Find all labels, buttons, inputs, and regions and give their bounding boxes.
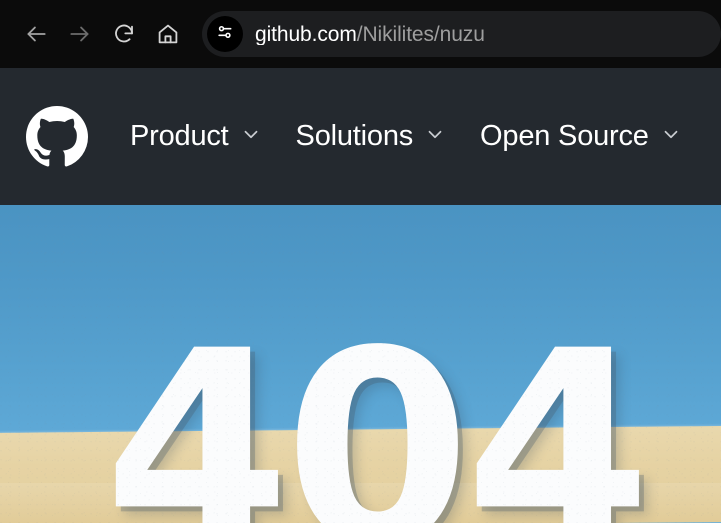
forward-button[interactable] xyxy=(58,12,102,56)
arrow-right-icon xyxy=(67,21,93,47)
url-host: github.com xyxy=(255,23,357,45)
error-404-illustration: 404 xyxy=(0,205,721,523)
nav-item-product[interactable]: Product xyxy=(130,122,262,151)
error-code-wrapper: 404 xyxy=(0,205,721,523)
nav-item-solutions-label: Solutions xyxy=(295,120,414,152)
browser-toolbar: github.com/Nikilites/nuzu xyxy=(0,0,721,68)
browser-window: github.com/Nikilites/nuzu Product Soluti… xyxy=(0,0,721,523)
error-code-text: 404 xyxy=(103,293,651,523)
chevron-down-icon xyxy=(424,123,446,150)
arrow-left-icon xyxy=(23,21,49,47)
nav-item-product-label: Product xyxy=(130,120,229,152)
url-text[interactable]: github.com/Nikilites/nuzu xyxy=(255,24,485,45)
home-button[interactable] xyxy=(146,12,190,56)
github-logo-link[interactable] xyxy=(26,105,88,168)
tune-sliders-icon xyxy=(214,21,236,48)
github-header: Product Solutions Open Source xyxy=(0,68,721,205)
nav-item-solutions[interactable]: Solutions xyxy=(296,122,447,151)
chevron-down-icon xyxy=(240,123,262,150)
nav-item-open-source[interactable]: Open Source xyxy=(480,122,682,151)
address-bar[interactable]: github.com/Nikilites/nuzu xyxy=(202,11,721,57)
reload-icon xyxy=(112,22,136,46)
github-primary-nav: Product Solutions Open Source xyxy=(130,122,716,151)
site-settings-button[interactable] xyxy=(207,16,243,52)
chevron-down-icon xyxy=(660,123,682,150)
reload-button[interactable] xyxy=(102,12,146,56)
github-octocat-icon xyxy=(26,105,88,168)
home-icon xyxy=(156,22,180,46)
back-button[interactable] xyxy=(14,12,58,56)
url-path: /Nikilites/nuzu xyxy=(356,23,485,45)
nav-item-open-source-label: Open Source xyxy=(480,120,649,152)
